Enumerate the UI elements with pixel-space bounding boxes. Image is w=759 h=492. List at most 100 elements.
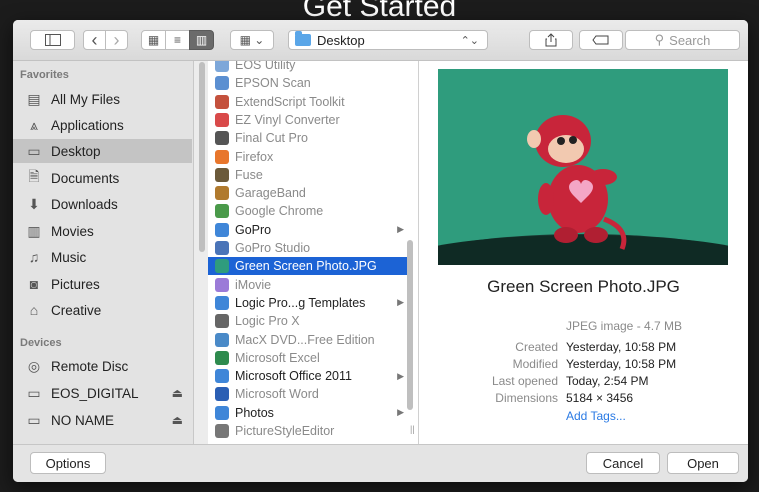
back-button[interactable]: ‹ xyxy=(83,30,106,50)
preview-image xyxy=(438,69,728,265)
sidebar-item-all-my-files[interactable]: ▤ All My Files xyxy=(13,87,193,111)
sidebar-item-eos-digital[interactable]: ▭ EOS_DIGITAL ⏏ xyxy=(13,381,193,405)
sidebar-item-remote-disc[interactable]: ◎ Remote Disc xyxy=(13,354,193,378)
arrange-button[interactable]: ▦ ⌄ xyxy=(230,30,274,50)
cancel-button[interactable]: Cancel xyxy=(586,452,660,474)
file-row[interactable]: Green Screen Photo.JPG xyxy=(208,257,408,276)
app-icon xyxy=(215,167,229,182)
file-row[interactable]: PictureStyleEditor xyxy=(208,422,408,440)
app-icon xyxy=(215,112,229,127)
file-name: EPSON Scan xyxy=(235,76,311,91)
devices-heading: Devices xyxy=(20,337,62,349)
forward-button[interactable]: › xyxy=(105,30,128,50)
location-popup[interactable]: Desktop ⌃⌄ xyxy=(288,30,488,50)
forward-icon: › xyxy=(113,29,120,50)
file-row[interactable]: MacX DVD...Free Edition xyxy=(208,331,408,349)
disc-icon: ◎ xyxy=(27,357,41,374)
options-button[interactable]: Options xyxy=(30,452,106,474)
file-row[interactable]: Microsoft Excel xyxy=(208,349,408,367)
file-row[interactable]: Final Cut Pro xyxy=(208,129,408,147)
file-row[interactable]: Firefox xyxy=(208,148,408,166)
folder-row[interactable]: Photos ▶ xyxy=(208,404,408,422)
sidebar-item-label: Pictures xyxy=(51,276,100,292)
file-row[interactable]: EZ Vinyl Converter xyxy=(208,111,408,129)
file-row[interactable]: iMovie xyxy=(208,276,408,294)
meta-value: Yesterday, 10:58 PM xyxy=(566,357,677,371)
file-name: Photos xyxy=(235,405,274,420)
location-label: Desktop xyxy=(317,32,365,48)
eject-icon[interactable]: ⏏ xyxy=(172,386,183,400)
file-name: GarageBand xyxy=(235,186,306,201)
arrange-icon: ▦ ⌄ xyxy=(239,33,265,47)
open-button[interactable]: Open xyxy=(667,452,739,474)
search-placeholder: Search xyxy=(669,32,711,48)
file-name: Google Chrome xyxy=(235,204,324,219)
file-row[interactable]: Fuse xyxy=(208,166,408,184)
file-row[interactable]: Microsoft Word xyxy=(208,385,408,403)
sidebar-item-label: Remote Disc xyxy=(51,358,129,374)
icon-view-button[interactable]: ▦ xyxy=(141,30,166,50)
sidebar-toggle-icon xyxy=(44,34,61,46)
folder-row[interactable]: GoPro ▶ xyxy=(208,221,408,239)
home-icon: ⌂ xyxy=(29,302,39,318)
list-view-button[interactable]: ≡ xyxy=(165,30,190,50)
column-view-button[interactable]: ▥ xyxy=(189,30,214,50)
search-icon: ⚲ xyxy=(654,32,665,47)
favorites-heading: Favorites xyxy=(20,69,69,81)
eject-icon[interactable]: ⏏ xyxy=(172,413,183,427)
preview-pane: Green Screen Photo.JPG JPEG image - 4.7 … xyxy=(419,61,748,444)
file-name: MacX DVD...Free Edition xyxy=(235,332,375,347)
file-name: GoPro xyxy=(235,222,272,237)
search-field[interactable]: ⚲ Search xyxy=(625,30,740,50)
sidebar-item-pictures[interactable]: ◙ Pictures xyxy=(13,272,193,296)
file-row[interactable]: GoPro Studio xyxy=(208,239,408,257)
sidebar-item-no-name[interactable]: ▭ NO NAME ⏏ xyxy=(13,408,193,432)
sidebar-item-documents[interactable]: 🗎 Documents xyxy=(13,166,193,190)
share-button[interactable] xyxy=(529,30,573,50)
sidebar-toggle-button[interactable] xyxy=(30,30,75,50)
sidebar-item-music[interactable]: ♫ Music xyxy=(13,245,193,269)
folder-row[interactable]: Microsoft Office 2011 ▶ xyxy=(208,367,408,385)
file-name: Microsoft Word xyxy=(235,387,319,402)
meta-value: 5184 × 3456 xyxy=(566,391,634,405)
all-files-icon: ▤ xyxy=(27,90,41,107)
tags-button[interactable] xyxy=(579,30,623,50)
file-row[interactable]: Logic Pro X xyxy=(208,312,408,330)
sidebar-item-creative[interactable]: ⌂ Creative xyxy=(13,298,193,322)
file-row[interactable]: Google Chrome xyxy=(208,202,408,220)
column-resize-handle[interactable]: || xyxy=(410,424,415,434)
drive-icon: ▭ xyxy=(27,384,41,401)
column-scrollbar[interactable] xyxy=(407,240,413,410)
meta-key: Created xyxy=(515,340,558,354)
file-name: Microsoft Excel xyxy=(235,350,320,365)
meta-key: Modified xyxy=(512,357,558,371)
sidebar-item-movies[interactable]: ▥ Movies xyxy=(13,219,193,243)
meta-key: Dimensions xyxy=(495,391,558,405)
disclosure-arrow-icon: ▶ xyxy=(397,407,404,418)
file-name: Logic Pro X xyxy=(235,314,300,329)
sidebar-item-downloads[interactable]: ⬇ Downloads xyxy=(13,192,193,216)
folder-icon xyxy=(215,369,229,384)
file-name: EZ Vinyl Converter xyxy=(235,112,340,127)
preview-filename: Green Screen Photo.JPG xyxy=(487,277,680,296)
sidebar-item-applications[interactable]: ⩓ Applications xyxy=(13,113,193,137)
folder-row[interactable]: Logic Pro...g Templates ▶ xyxy=(208,294,408,312)
file-row[interactable]: EPSON Scan xyxy=(208,74,408,92)
sidebar-item-desktop[interactable]: ▭ Desktop xyxy=(13,139,192,163)
updown-chevron-icon: ⌃⌄ xyxy=(460,34,479,47)
app-icon xyxy=(215,387,229,402)
file-column: EOS Utility EPSON Scan ExtendScript Toolki… xyxy=(208,61,419,444)
sidebar-item-label: NO NAME xyxy=(51,412,115,428)
sidebar-scrollbar[interactable] xyxy=(199,62,205,252)
file-row[interactable]: GarageBand xyxy=(208,184,408,202)
sidebar-item-label: EOS_DIGITAL xyxy=(51,385,139,401)
footer: Options Cancel Open xyxy=(13,444,748,482)
file-name: Microsoft Office 2011 xyxy=(235,369,352,384)
app-icon xyxy=(215,186,229,201)
add-tags-link[interactable]: Add Tags... xyxy=(566,409,626,423)
file-row[interactable]: EOS Utility xyxy=(208,61,408,74)
file-name: Firefox xyxy=(235,149,274,164)
file-row[interactable]: ExtendScript Toolkit xyxy=(208,93,408,111)
app-icon xyxy=(215,350,229,365)
sidebar-item-label: Creative xyxy=(51,302,102,318)
